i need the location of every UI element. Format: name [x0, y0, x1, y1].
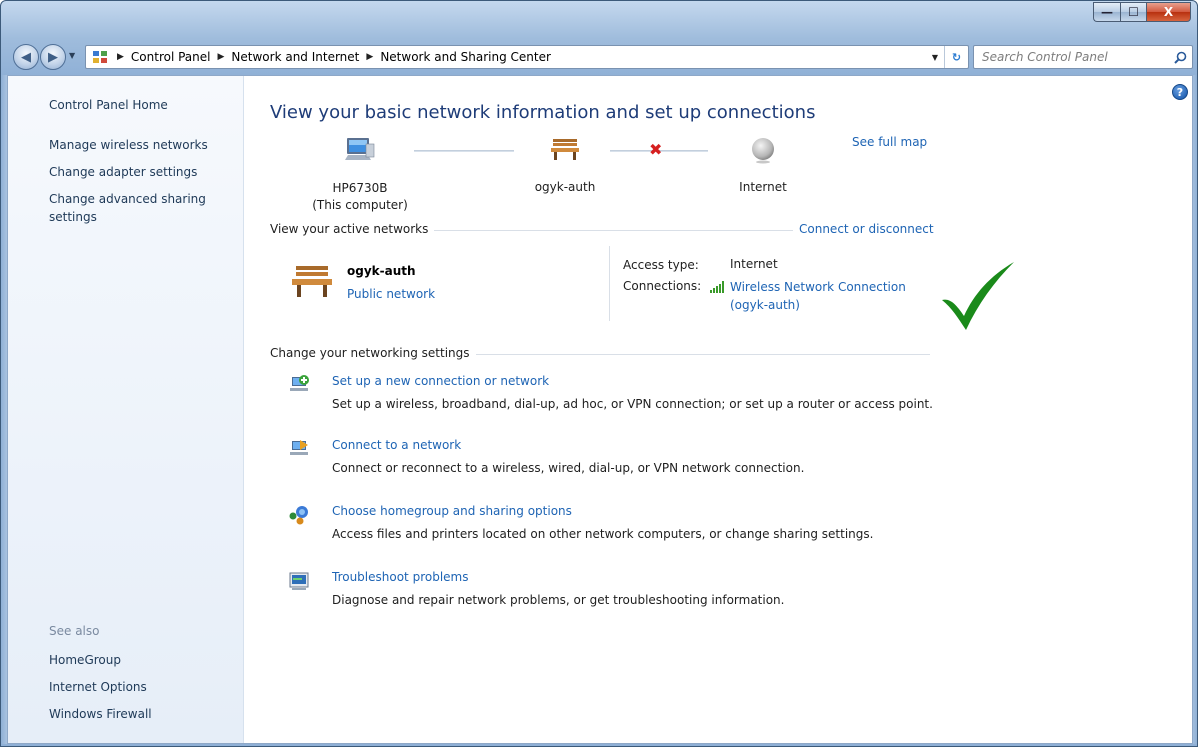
map-network-label: ogyk-auth: [534, 180, 596, 194]
new-connection-link[interactable]: Set up a new connection or network: [332, 374, 549, 388]
maximize-button[interactable]: ☐: [1120, 2, 1146, 22]
see-also-heading: See also: [49, 624, 100, 638]
breadcrumb-network-and-sharing-center[interactable]: Network and Sharing Center: [380, 50, 551, 64]
title-bar[interactable]: — ☐ X: [1, 1, 1197, 37]
signal-strength-icon: [710, 281, 726, 296]
page-title: View your basic network information and …: [270, 102, 816, 123]
task-homegroup: Choose homegroup and sharing options Acc…: [288, 504, 968, 544]
access-type-label: Access type:: [623, 258, 699, 272]
connect-network-description: Connect or reconnect to a wireless, wire…: [332, 461, 805, 475]
map-internet-node[interactable]: [718, 136, 808, 164]
caption-buttons: — ☐ X: [1093, 2, 1191, 22]
close-button[interactable]: X: [1146, 2, 1191, 22]
forward-arrow-icon: ▶: [48, 49, 58, 65]
map-computer-node[interactable]: [300, 136, 420, 162]
computer-icon: [345, 138, 375, 160]
breadcrumb-control-panel[interactable]: Control Panel: [131, 50, 211, 64]
task-troubleshoot: Troubleshoot problems Diagnose and repai…: [288, 570, 968, 610]
refresh-icon[interactable]: ↻: [944, 46, 968, 68]
recent-pages-dropdown[interactable]: ▼: [69, 51, 75, 60]
task-connect-network: Connect to a network Connect or reconnec…: [288, 438, 968, 478]
active-network-divider: [609, 246, 610, 321]
sidebar-control-panel-home[interactable]: Control Panel Home: [49, 96, 168, 114]
breadcrumb-separator[interactable]: ▶: [211, 52, 232, 62]
homegroup-link[interactable]: Choose homegroup and sharing options: [332, 504, 572, 518]
globe-icon: [752, 138, 774, 164]
see-also-homegroup[interactable]: HomeGroup: [49, 651, 121, 669]
back-button[interactable]: ◀: [13, 44, 39, 70]
active-network-name: ogyk-auth: [347, 264, 416, 278]
window: — ☐ X ◀ ▶ ▼ ▶ Control Panel ▶ Network an…: [0, 0, 1198, 747]
address-dropdown-icon[interactable]: ▼: [926, 53, 944, 62]
breadcrumb-separator[interactable]: ▶: [110, 52, 131, 62]
sidebar-change-adapter-settings[interactable]: Change adapter settings: [49, 163, 197, 181]
error-x-icon[interactable]: ✖: [649, 140, 662, 159]
map-link-computer-network: [414, 150, 514, 152]
settings-heading: Change your networking settings: [270, 346, 476, 360]
connect-network-icon: [288, 438, 310, 460]
navigation-bar: ◀ ▶ ▼ ▶ Control Panel ▶ Network and Inte…: [1, 39, 1197, 75]
checkmark-icon: [938, 260, 1018, 335]
homegroup-description: Access files and printers located on oth…: [332, 527, 874, 541]
see-also-windows-firewall[interactable]: Windows Firewall: [49, 705, 152, 723]
map-network-node[interactable]: [520, 136, 610, 162]
breadcrumb-network-and-internet[interactable]: Network and Internet: [231, 50, 359, 64]
map-computer-label: HP6730B (This computer): [300, 180, 420, 214]
active-networks-heading: View your active networks: [270, 222, 435, 236]
search-box[interactable]: [973, 45, 1193, 69]
access-type-value: Internet: [730, 257, 778, 271]
search-input[interactable]: [982, 50, 1168, 64]
sidebar-manage-wireless-networks[interactable]: Manage wireless networks: [49, 136, 208, 154]
map-internet-label: Internet: [739, 180, 787, 194]
new-connection-description: Set up a wireless, broadband, dial-up, a…: [332, 397, 933, 411]
back-arrow-icon: ◀: [21, 49, 31, 65]
connect-or-disconnect-link[interactable]: Connect or disconnect: [793, 222, 934, 236]
breadcrumb-separator[interactable]: ▶: [359, 52, 380, 62]
troubleshoot-description: Diagnose and repair network problems, or…: [332, 593, 785, 607]
computer-sub-label: (This computer): [312, 198, 408, 212]
forward-button[interactable]: ▶: [40, 44, 66, 70]
address-bar[interactable]: ▶ Control Panel ▶ Network and Internet ▶…: [85, 45, 969, 69]
computer-name: HP6730B: [332, 181, 388, 195]
connections-label: Connections:: [623, 279, 702, 293]
connect-network-link[interactable]: Connect to a network: [332, 438, 461, 452]
network-bench-icon: [290, 262, 334, 303]
see-full-map-link[interactable]: See full map: [852, 135, 927, 149]
new-connection-icon: [288, 374, 310, 396]
task-new-connection: Set up a new connection or network Set u…: [288, 374, 968, 414]
troubleshoot-link[interactable]: Troubleshoot problems: [332, 570, 468, 584]
minimize-button[interactable]: —: [1093, 2, 1120, 22]
homegroup-icon: [288, 504, 310, 526]
sidebar-change-advanced-sharing[interactable]: Change advanced sharing: [49, 190, 206, 208]
troubleshoot-icon: [288, 570, 310, 592]
wireless-connection-line1[interactable]: Wireless Network Connection: [730, 278, 906, 296]
main-panel: View your basic network information and …: [244, 76, 1192, 743]
control-panel-icon: [90, 49, 110, 65]
bench-icon: [551, 139, 579, 160]
wireless-connection-line2[interactable]: (ogyk-auth): [730, 296, 906, 314]
see-also-internet-options[interactable]: Internet Options: [49, 678, 147, 696]
network-category-link[interactable]: Public network: [347, 287, 435, 301]
search-icon[interactable]: [1168, 51, 1192, 64]
sidebar-change-advanced-sharing-cont[interactable]: settings: [49, 208, 97, 226]
sidebar: Control Panel Home Manage wireless netwo…: [8, 76, 244, 743]
content-area: Control Panel Home Manage wireless netwo…: [7, 75, 1193, 744]
wireless-connection-link[interactable]: Wireless Network Connection (ogyk-auth): [730, 278, 906, 314]
